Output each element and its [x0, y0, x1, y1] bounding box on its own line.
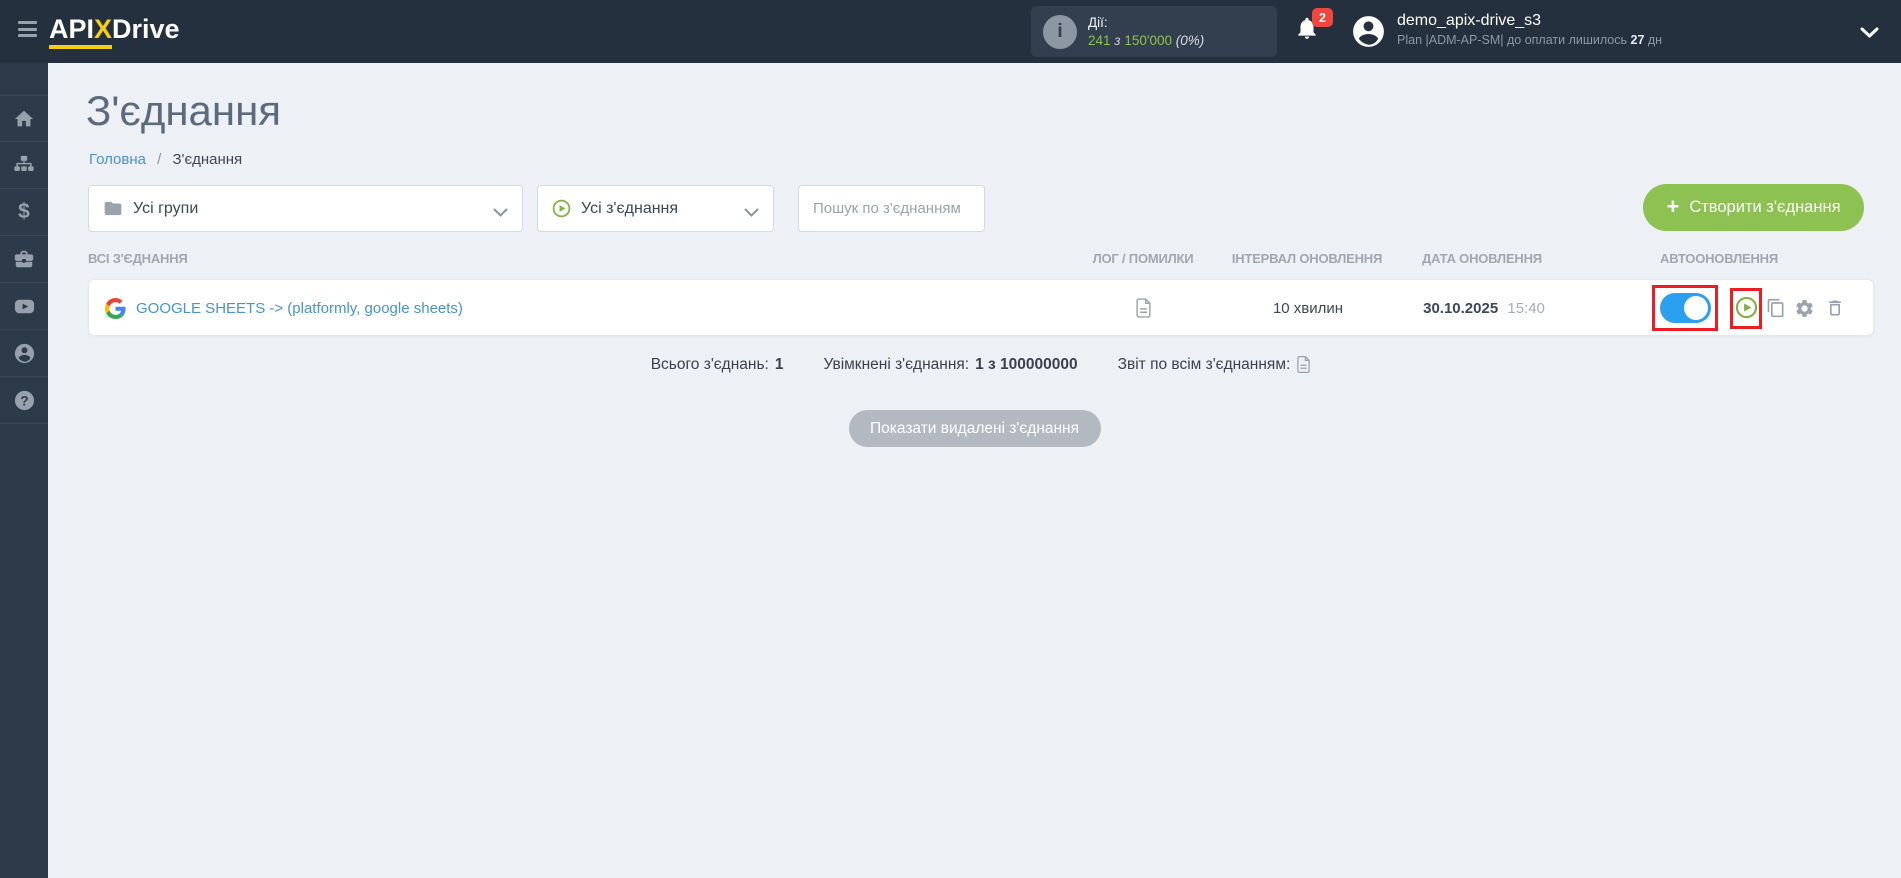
- create-connection-button[interactable]: + Створити з'єднання: [1643, 184, 1864, 231]
- folder-icon: [104, 201, 122, 216]
- page-title: З'єднання: [86, 87, 282, 134]
- col-update-interval: ІНТЕРВАЛ ОНОВЛЕННЯ: [1231, 251, 1383, 266]
- chevron-down-icon: [744, 205, 759, 223]
- copy-connection-button[interactable]: [1766, 298, 1786, 321]
- col-log-errors: ЛОГ / ПОМИЛКИ: [1092, 251, 1194, 266]
- connection-name-link[interactable]: GOOGLE SHEETS -> (platformly, google she…: [136, 300, 463, 317]
- person-icon: [14, 343, 34, 363]
- play-circle-icon: [552, 199, 571, 218]
- plus-icon: +: [1666, 193, 1680, 219]
- youtube-icon: [14, 299, 34, 313]
- sidebar-item-billing[interactable]: $: [0, 189, 48, 236]
- apixdrive-logo[interactable]: APIXDrive: [49, 14, 180, 49]
- trash-icon: [1829, 300, 1841, 316]
- play-annotation-box: [1730, 288, 1762, 329]
- home-icon: [14, 110, 34, 126]
- summary-row: Всього з'єднань: 1 Увімкнені з'єднання: …: [88, 355, 1874, 374]
- connection-filter-select[interactable]: Усі з'єднання: [537, 185, 774, 232]
- app-root: APIXDrive i Дії: 241 з 150'000 (0%) 2 de…: [0, 0, 1901, 878]
- actions-counter[interactable]: i Дії: 241 з 150'000 (0%): [1031, 6, 1277, 57]
- svg-text:?: ?: [20, 393, 28, 408]
- breadcrumb: Головна / З'єднання: [89, 151, 242, 168]
- total-connections-value: 1: [774, 355, 784, 373]
- user-avatar[interactable]: [1350, 13, 1387, 50]
- report-document-icon[interactable]: [1296, 355, 1311, 374]
- group-filter-select[interactable]: Усі групи: [88, 185, 523, 232]
- user-plan: Plan |ADM-AP-SM| до оплати лишилось 27 д…: [1397, 33, 1663, 47]
- sitemap-icon: [14, 155, 34, 171]
- dollar-icon: $: [18, 200, 30, 223]
- table-header-row: ВСІ З'ЄДНАННЯ ЛОГ / ПОМИЛКИ ІНТЕРВАЛ ОНО…: [48, 251, 1901, 267]
- avatar-icon: [1353, 16, 1384, 47]
- notification-badge: 2: [1312, 8, 1333, 27]
- toggle-annotation-box: [1652, 285, 1718, 331]
- sidebar-item-help[interactable]: ?: [0, 377, 48, 424]
- days-left: 27: [1630, 33, 1645, 47]
- breadcrumb-separator: /: [157, 151, 162, 168]
- update-date-value: 30.10.2025 15:40: [1423, 300, 1545, 317]
- play-circle-icon: [1735, 296, 1757, 318]
- sidebar-item-services[interactable]: [0, 236, 48, 283]
- update-interval-value: 10 хвилин: [1272, 300, 1344, 317]
- group-filter-value: Усі групи: [133, 199, 199, 217]
- breadcrumb-home-link[interactable]: Головна: [89, 151, 146, 168]
- col-all-connections: ВСІ З'ЄДНАННЯ: [88, 251, 188, 266]
- gear-icon: [1796, 300, 1813, 317]
- enabled-connections-value: 1 з 100000000: [975, 355, 1078, 373]
- table-row: GOOGLE SHEETS -> (platformly, google she…: [88, 279, 1874, 336]
- sidebar: $ ?: [0, 63, 48, 878]
- logo-drive: Drive: [112, 14, 180, 44]
- col-update-date: ДАТА ОНОВЛЕННЯ: [1422, 251, 1542, 266]
- run-connection-button[interactable]: [1735, 296, 1758, 322]
- toggle-knob: [1683, 296, 1708, 320]
- enabled-connections: Увімкнені з'єднання: 1 з 100000000: [823, 355, 1078, 373]
- delete-connection-button[interactable]: [1825, 298, 1845, 321]
- breadcrumb-current: З'єднання: [172, 151, 243, 168]
- col-autoupdate: АВТООНОВЛЕННЯ: [1660, 251, 1778, 266]
- date: 30.10.2025: [1423, 300, 1499, 317]
- settings-button[interactable]: [1794, 298, 1815, 322]
- sidebar-item-home[interactable]: [0, 95, 48, 142]
- search-input[interactable]: [798, 185, 985, 232]
- create-connection-label: Створити з'єднання: [1689, 198, 1841, 216]
- user-name: demo_apix-drive_s3: [1397, 12, 1542, 29]
- actions-total: 150'000: [1124, 32, 1172, 48]
- time: 15:40: [1507, 300, 1545, 317]
- briefcase-icon: [14, 250, 34, 268]
- actions-used: 241: [1088, 32, 1111, 48]
- chevron-down-icon: [493, 205, 508, 223]
- top-bar: APIXDrive i Дії: 241 з 150'000 (0%) 2 de…: [0, 0, 1901, 63]
- sidebar-item-connections[interactable]: [0, 142, 48, 189]
- main-content: З'єднання Головна / З'єднання Усі групи …: [48, 63, 1901, 878]
- logo-api: API: [49, 14, 95, 44]
- connection-filter-value: Усі з'єднання: [581, 199, 679, 217]
- autoupdate-toggle[interactable]: [1659, 293, 1711, 323]
- sidebar-item-video[interactable]: [0, 283, 48, 330]
- hamburger-menu-icon[interactable]: [18, 21, 38, 41]
- actions-usage: 241 з 150'000 (0%): [1088, 32, 1204, 50]
- copy-icon: [1767, 298, 1784, 318]
- actions-label: Дії:: [1088, 14, 1108, 30]
- log-document-icon[interactable]: [1135, 297, 1152, 324]
- actions-percent: (0%): [1175, 32, 1205, 48]
- help-icon: ?: [14, 390, 34, 410]
- show-deleted-button[interactable]: Показати видалені з'єднання: [848, 410, 1101, 447]
- actions-separator: з: [1114, 32, 1121, 48]
- sidebar-item-profile[interactable]: [0, 330, 48, 377]
- user-menu[interactable]: demo_apix-drive_s3 Plan |ADM-AP-SM| до о…: [1397, 11, 1662, 47]
- info-icon: i: [1043, 14, 1077, 49]
- google-icon: [105, 298, 126, 319]
- total-connections: Всього з'єднань: 1: [650, 355, 784, 373]
- logo-x: X: [94, 14, 113, 44]
- report-all-connections: Звіт по всім з'єднанням:: [1118, 355, 1312, 374]
- user-menu-chevron-icon[interactable]: [1860, 26, 1879, 44]
- notifications-bell[interactable]: 2: [1294, 8, 1336, 49]
